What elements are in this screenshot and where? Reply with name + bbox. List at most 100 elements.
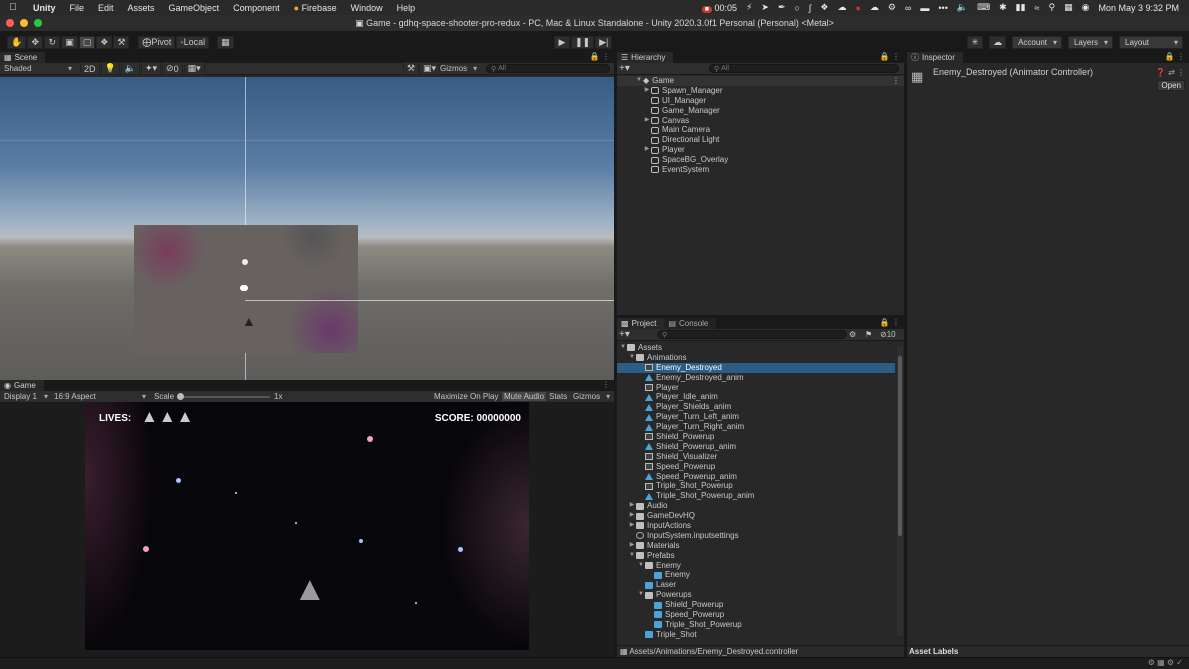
expand-arrow-icon[interactable]: ▶: [628, 501, 636, 511]
project-tree-item[interactable]: ▼ Animations: [617, 353, 895, 363]
project-tree-item[interactable]: ▼ Enemy: [617, 561, 895, 571]
project-scrollbar-thumb[interactable]: [898, 356, 902, 536]
display-dropdown[interactable]: Display 1: [2, 392, 50, 401]
project-tree-item[interactable]: Shield_Visualizer: [617, 452, 895, 462]
menu-edit[interactable]: Edit: [91, 3, 121, 13]
tools-icon[interactable]: ⚒: [403, 62, 420, 75]
pause-button[interactable]: ❚❚: [571, 35, 595, 49]
volume-icon[interactable]: 🔈: [957, 2, 968, 13]
battery-icon[interactable]: ▮▮: [1016, 2, 1026, 13]
hierarchy-search-input[interactable]: ⚲ All: [709, 64, 899, 73]
maximize-on-play-toggle[interactable]: Maximize On Play: [434, 392, 498, 401]
mouse-icon[interactable]: ▬: [920, 3, 929, 13]
project-scrollbar[interactable]: [897, 346, 903, 636]
bird-icon[interactable]: ○: [794, 3, 799, 13]
expand-arrow-icon[interactable]: ▼: [619, 343, 627, 353]
search-by-label-icon[interactable]: ⚑: [865, 330, 872, 339]
cloud-icon[interactable]: ☁: [837, 2, 846, 13]
control-center-icon[interactable]: ▦: [1064, 2, 1073, 13]
hierarchy-item[interactable]: EventSystem: [617, 165, 904, 175]
2d-toggle[interactable]: 2D: [80, 62, 100, 75]
more-icon[interactable]: •••: [938, 3, 947, 13]
rotate-tool-icon[interactable]: ↻: [44, 35, 61, 49]
droplet-icon[interactable]: ●: [855, 3, 860, 13]
project-tree-item[interactable]: Speed_Powerup: [617, 610, 895, 620]
menu-help[interactable]: Help: [390, 3, 423, 13]
scene-viewport[interactable]: ▲: [0, 77, 614, 380]
game-viewport[interactable]: LIVES: ▲ ▲ ▲ SCORE: 00000000 ▲: [85, 402, 529, 650]
feather-icon[interactable]: ✒: [778, 2, 786, 13]
tab-console[interactable]: ▤ Console: [664, 318, 717, 329]
scene-background-sprite[interactable]: ▲: [134, 225, 358, 353]
grid-dropdown-icon[interactable]: ▦▾: [183, 62, 205, 75]
custom-tool-icon[interactable]: ⚒: [113, 35, 130, 49]
project-tree-item[interactable]: ▼ Assets: [617, 343, 895, 353]
effects-dropdown-icon[interactable]: ✦▾: [140, 62, 162, 75]
menu-assets[interactable]: Assets: [121, 3, 162, 13]
project-tree-item[interactable]: Shield_Powerup: [617, 432, 895, 442]
project-create-dropdown-icon[interactable]: +▾: [619, 329, 630, 340]
project-tree-item[interactable]: ▼ Powerups: [617, 590, 895, 600]
account-dropdown[interactable]: Account: [1012, 35, 1062, 49]
project-tree-item[interactable]: Player_Shields_anim: [617, 402, 895, 412]
layers-dropdown[interactable]: Layers: [1067, 35, 1113, 49]
move-tool-icon[interactable]: ✥: [27, 35, 44, 49]
collab-icon[interactable]: ✳: [967, 35, 984, 49]
expand-arrow-icon[interactable]: ▼: [628, 353, 636, 363]
tab-project[interactable]: ▩ Project: [617, 318, 665, 329]
project-tree-item[interactable]: Triple_Shot_Powerup: [617, 620, 895, 630]
project-tree-item[interactable]: ▶ GameDevHQ: [617, 511, 895, 521]
scene-search-input[interactable]: ⚲ All: [486, 64, 610, 73]
menu-component[interactable]: Component: [226, 3, 287, 13]
expand-arrow-icon[interactable]: ▼: [637, 561, 645, 571]
project-tree-item[interactable]: Triple_Shot: [617, 630, 895, 640]
local-toggle[interactable]: ◦ Local: [176, 35, 210, 49]
project-tree-item[interactable]: Player: [617, 383, 895, 393]
transform-tool-icon[interactable]: ❖: [96, 35, 113, 49]
expand-arrow-icon[interactable]: ▶: [643, 145, 651, 155]
wifi-icon[interactable]: ≈: [1035, 3, 1040, 13]
project-tree-item[interactable]: ▶ Audio: [617, 501, 895, 511]
hierarchy-item[interactable]: UI_Manager: [617, 96, 904, 106]
hand-tool-icon[interactable]: ✋: [7, 35, 27, 49]
project-tree-item[interactable]: Laser: [617, 580, 895, 590]
expand-arrow-icon[interactable]: ▶: [628, 521, 636, 531]
play-button[interactable]: ▶: [554, 35, 570, 49]
project-tree-item[interactable]: Player_Turn_Left_anim: [617, 412, 895, 422]
siri-icon[interactable]: ◉: [1082, 2, 1090, 13]
expand-arrow-icon[interactable]: ▶: [628, 541, 636, 551]
project-tree-item[interactable]: Player_Idle_anim: [617, 392, 895, 402]
step-button[interactable]: ▶|: [595, 35, 613, 49]
scene-panel-menu-icon[interactable]: 🔒 ⋮: [590, 52, 610, 61]
apple-icon[interactable]: : [0, 2, 26, 13]
project-tree-item[interactable]: Enemy_Destroyed_anim: [617, 373, 895, 383]
project-panel-menu-icon[interactable]: 🔒 ⋮: [880, 318, 900, 327]
project-tree-item[interactable]: ▼ Prefabs: [617, 551, 895, 561]
project-tree-item[interactable]: Speed_Powerup_anim: [617, 472, 895, 482]
project-tree-item[interactable]: Enemy: [617, 570, 895, 580]
project-tree-item[interactable]: Triple_Shot_Powerup_anim: [617, 491, 895, 501]
menubar-clock[interactable]: Mon May 3 9:32 PM: [1098, 3, 1179, 13]
layout-dropdown[interactable]: Layout: [1119, 35, 1183, 49]
hierarchy-item[interactable]: Main Camera: [617, 125, 904, 135]
bluetooth-icon[interactable]: ✱: [999, 2, 1007, 13]
hierarchy-item[interactable]: ▶ Canvas: [617, 116, 904, 126]
expand-arrow-icon[interactable]: ▼: [628, 551, 636, 561]
hierarchy-scene-row[interactable]: ▼ ◆ Game ⋮: [617, 76, 904, 86]
project-search-input[interactable]: ⚲: [657, 330, 847, 339]
project-tree-item[interactable]: Speed_Powerup: [617, 462, 895, 472]
rect-tool-icon[interactable]: ▢: [78, 35, 96, 49]
recording-timer[interactable]: ■ 00:05: [701, 3, 737, 13]
tab-inspector[interactable]: ⓘ Inspector: [907, 52, 963, 63]
pivot-toggle[interactable]: ⨁ Pivot: [138, 35, 176, 49]
mute-audio-toggle[interactable]: Mute Audio: [502, 392, 547, 401]
scene-enemy-sprite[interactable]: [242, 259, 248, 265]
tab-scene[interactable]: ▦ Scene: [0, 52, 46, 63]
create-dropdown-icon[interactable]: +▾: [619, 63, 630, 74]
project-tree-item[interactable]: Enemy_Destroyed: [617, 362, 895, 373]
game-panel-menu-icon[interactable]: ⋮: [602, 380, 610, 389]
open-button[interactable]: Open: [1157, 80, 1185, 91]
send-icon[interactable]: ➤: [761, 2, 769, 13]
menu-window[interactable]: Window: [344, 3, 390, 13]
gizmos-dropdown[interactable]: Gizmos: [438, 64, 479, 73]
